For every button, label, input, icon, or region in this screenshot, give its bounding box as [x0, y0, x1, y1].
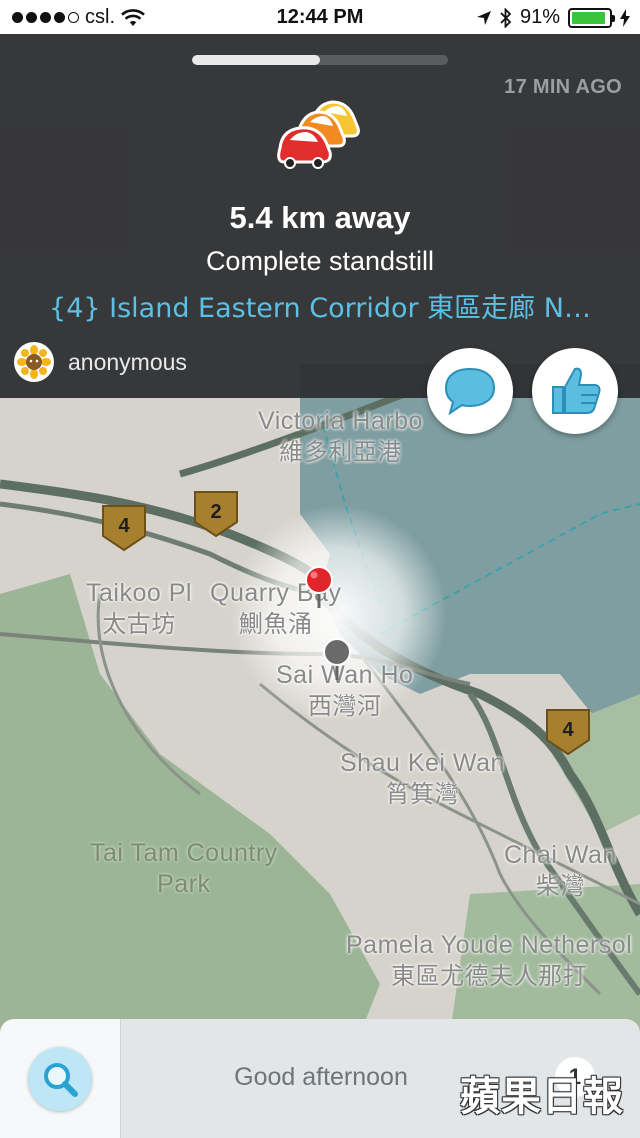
battery-level — [572, 11, 605, 24]
search-tile[interactable] — [0, 1019, 120, 1138]
map-label-pamela-youde: Pamela Youde Nethersol 東區尤德夫人那打 — [346, 931, 633, 991]
report-pin-icon[interactable] — [304, 566, 334, 610]
route-shield: 4 — [101, 504, 147, 552]
battery-percent: 91% — [519, 6, 560, 28]
route-shield: 2 — [193, 490, 239, 538]
map-label-shau-kei-wan: Shau Kei Wan 筲箕灣 — [340, 749, 505, 809]
reporter-name: anonymous — [68, 348, 187, 375]
map-label-taikoo-place: Taikoo Pl 太古坊 — [86, 579, 192, 639]
thanks-button[interactable] — [532, 348, 618, 434]
sunflower-avatar-icon — [14, 342, 54, 382]
bluetooth-icon — [500, 7, 512, 28]
alert-status: Complete standstill — [205, 246, 435, 276]
alert-street[interactable]: {4} Island Eastern Corridor 東區走廊 N… — [48, 286, 592, 325]
battery-icon — [568, 7, 615, 28]
traffic-jam-icon — [277, 100, 360, 169]
alert-progress-fill — [192, 55, 320, 65]
newspaper-watermark: 蘋果日報 — [460, 1074, 624, 1120]
alert-distance: 5.4 km away — [229, 200, 411, 235]
search-button[interactable] — [28, 1046, 92, 1111]
route-shield: 4 — [545, 708, 591, 756]
reporter[interactable]: anonymous — [14, 342, 187, 382]
charging-bolt-icon — [620, 8, 630, 27]
comment-button[interactable] — [427, 348, 513, 434]
status-right: 91% — [476, 6, 630, 29]
status-bar: csl. 12:44 PM 91% — [0, 0, 640, 34]
location-arrow-icon — [476, 10, 491, 25]
search-icon — [44, 1062, 78, 1097]
thumbs-up-icon — [552, 367, 601, 414]
time-ago: 17 MIN AGO — [504, 76, 622, 98]
map-label-chai-wan: Chai Wan 柴灣 — [504, 841, 617, 901]
traffic-alert-card[interactable]: 17 MIN AGO 5.4 km away Complete standsti… — [0, 34, 640, 398]
map-label-victoria-harbour: Victoria Harbo 維多利亞港 — [258, 407, 423, 467]
nearby-pin-icon[interactable] — [322, 638, 352, 682]
map-label-tai-tam-park: Tai Tam Country Park — [90, 839, 278, 899]
speech-bubble-icon — [444, 367, 496, 416]
alert-progress-bar[interactable] — [192, 55, 448, 65]
